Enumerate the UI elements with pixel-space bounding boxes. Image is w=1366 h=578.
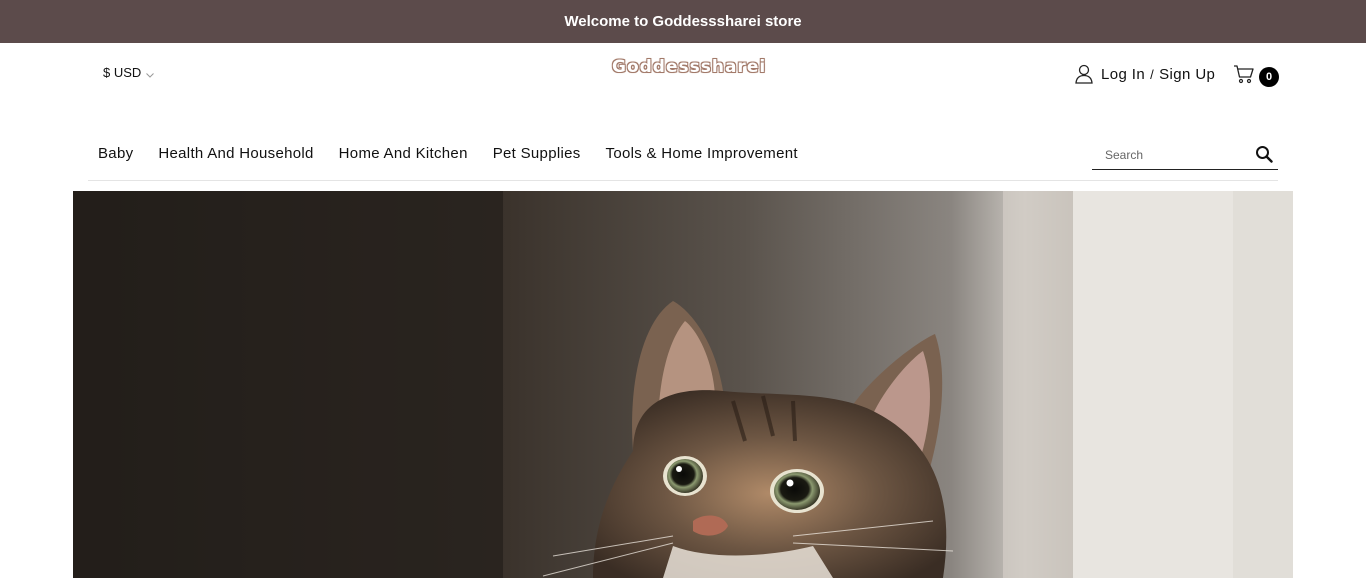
currency-label: $ USD: [103, 65, 142, 80]
nav-item-pet-supplies[interactable]: Pet Supplies: [493, 145, 581, 162]
login-link[interactable]: Log In: [1101, 66, 1145, 83]
cart-icon: [1233, 64, 1255, 89]
account-separator: /: [1150, 66, 1155, 82]
nav-item-baby[interactable]: Baby: [98, 145, 133, 162]
hero-banner-image[interactable]: [73, 191, 1293, 578]
nav-item-home-and-kitchen[interactable]: Home And Kitchen: [339, 145, 468, 162]
cart-button[interactable]: 0: [1233, 64, 1279, 89]
cart-count-badge: 0: [1259, 66, 1279, 87]
nav-divider: [88, 180, 1278, 181]
user-icon[interactable]: [1075, 64, 1093, 84]
search-box: [1092, 140, 1278, 170]
main-nav: Baby Health And Household Home And Kitch…: [98, 145, 823, 162]
chevron-down-icon: [145, 68, 155, 78]
currency-selector[interactable]: $ USD: [103, 65, 155, 80]
account-links: Log In / Sign Up: [1075, 64, 1215, 84]
search-input[interactable]: [1103, 146, 1257, 163]
logo-text: Goddesssharei: [612, 57, 767, 77]
announcement-text: Welcome to Goddesssharei store: [564, 13, 802, 30]
search-icon[interactable]: [1255, 145, 1273, 163]
nav-item-tools-home-improvement[interactable]: Tools & Home Improvement: [606, 145, 798, 162]
nav-item-health-and-household[interactable]: Health And Household: [158, 145, 313, 162]
signup-link[interactable]: Sign Up: [1159, 66, 1215, 83]
site-logo[interactable]: Goddesssharei: [612, 57, 766, 77]
announcement-bar: Welcome to Goddesssharei store: [0, 0, 1366, 43]
